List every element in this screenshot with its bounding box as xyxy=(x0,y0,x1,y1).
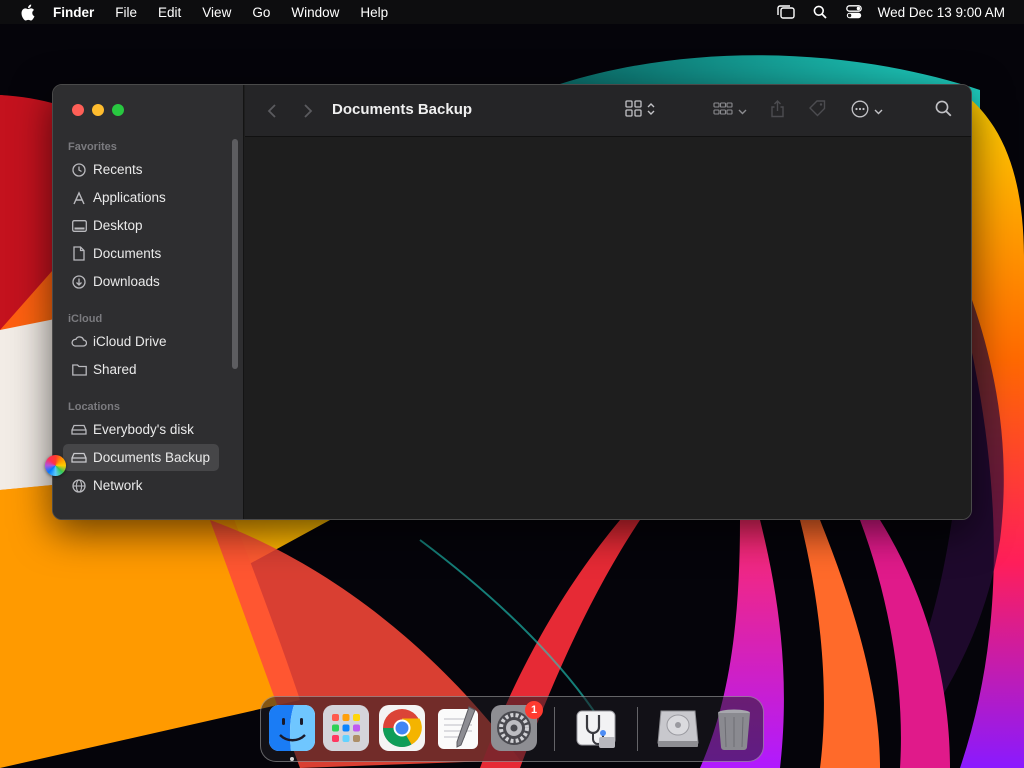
sidebar-item-label: Downloads xyxy=(93,274,160,289)
sidebar-item-icloud-drive[interactable]: iCloud Drive xyxy=(63,328,218,355)
spinning-wait-cursor xyxy=(45,455,66,476)
sidebar-item-documents[interactable]: Documents xyxy=(63,240,218,267)
back-button[interactable] xyxy=(263,102,281,120)
sidebar-section-locations: Locations xyxy=(68,401,120,413)
chrome-icon[interactable] xyxy=(379,705,425,751)
maximize-window-button[interactable] xyxy=(112,104,124,116)
launchpad-icon[interactable] xyxy=(323,705,369,751)
minimize-window-button[interactable] xyxy=(92,104,104,116)
sidebar-item-desktop[interactable]: Desktop xyxy=(63,212,218,239)
finder-icon[interactable] xyxy=(269,705,315,751)
menu-app-finder[interactable]: Finder xyxy=(53,5,94,20)
download-icon xyxy=(71,274,87,290)
menu-window[interactable]: Window xyxy=(291,5,339,20)
menu-edit[interactable]: Edit xyxy=(158,5,181,20)
sidebar-item-label: Applications xyxy=(93,190,166,205)
more-actions-button[interactable] xyxy=(851,99,883,123)
menu-help[interactable]: Help xyxy=(360,5,388,20)
search-icon xyxy=(935,100,952,122)
group-icon xyxy=(713,101,733,122)
menu-bar-status-area: Wed Dec 13 9:00 AM xyxy=(762,0,1005,24)
control-center-icon[interactable] xyxy=(844,4,864,20)
sidebar-item-label: Shared xyxy=(93,362,137,377)
chevron-down-icon xyxy=(874,102,883,120)
dock-separator xyxy=(554,707,555,751)
dock: 1 xyxy=(260,696,764,762)
spotlight-search-icon[interactable] xyxy=(810,4,830,20)
finder-toolbar: Documents Backup xyxy=(245,85,971,137)
sidebar-item-applications[interactable]: Applications xyxy=(63,184,218,211)
menu-bar: Finder File Edit View Go Window Help Wed… xyxy=(0,0,1024,24)
search-button[interactable] xyxy=(935,99,952,123)
shared-folder-icon xyxy=(71,362,87,378)
drive-icon[interactable] xyxy=(655,705,701,751)
disk-utility-icon[interactable] xyxy=(573,705,619,751)
chevron-down-icon xyxy=(738,102,747,120)
sidebar-section-icloud: iCloud xyxy=(68,313,103,325)
file-content-area[interactable] xyxy=(245,138,971,519)
ellipsis-circle-icon xyxy=(851,100,869,123)
sidebar-item-label: Documents Backup xyxy=(93,450,211,465)
trash-icon[interactable] xyxy=(711,705,757,751)
cloud-icon xyxy=(71,334,87,350)
sidebar-item-shared[interactable]: Shared xyxy=(63,356,218,383)
sidebar-item-documents-backup[interactable]: Documents Backup xyxy=(63,444,219,471)
sidebar-item-label: Desktop xyxy=(93,218,143,233)
menu-go[interactable]: Go xyxy=(252,5,270,20)
sidebar-item-label: Network xyxy=(93,478,143,493)
apple-menu-icon[interactable] xyxy=(18,3,36,21)
finder-window: Favorites Recents Applications Desktop D… xyxy=(52,84,972,520)
sidebar-item-label: Everybody's disk xyxy=(93,422,194,437)
clock-icon xyxy=(71,162,87,178)
stage-manager-icon[interactable] xyxy=(776,4,796,20)
menu-file[interactable]: File xyxy=(115,5,137,20)
globe-icon xyxy=(71,478,87,494)
share-button[interactable] xyxy=(770,99,785,123)
finder-running-indicator xyxy=(290,757,294,761)
grid-view-icon xyxy=(625,100,642,122)
disk-icon xyxy=(71,450,87,466)
disk-icon xyxy=(71,422,87,438)
sidebar-item-recents[interactable]: Recents xyxy=(63,156,218,183)
finder-sidebar: Favorites Recents Applications Desktop D… xyxy=(53,85,244,519)
sidebar-section-favorites: Favorites xyxy=(68,141,117,153)
sidebar-item-network[interactable]: Network xyxy=(63,472,218,499)
dock-separator xyxy=(637,707,638,751)
sidebar-item-label: Recents xyxy=(93,162,143,177)
menu-view[interactable]: View xyxy=(202,5,231,20)
textedit-icon[interactable] xyxy=(435,705,481,751)
share-icon xyxy=(770,99,785,123)
group-by-button[interactable] xyxy=(713,99,747,123)
window-title: Documents Backup xyxy=(332,101,473,118)
forward-button[interactable] xyxy=(299,102,317,120)
desktop-icon xyxy=(71,218,87,234)
document-icon xyxy=(71,246,87,262)
tags-button[interactable] xyxy=(808,99,827,123)
menu-bar-clock[interactable]: Wed Dec 13 9:00 AM xyxy=(878,5,1005,20)
applications-icon xyxy=(71,190,87,206)
window-controls xyxy=(72,104,132,116)
sidebar-item-downloads[interactable]: Downloads xyxy=(63,268,218,295)
sidebar-scrollbar[interactable] xyxy=(232,139,238,369)
sidebar-item-label: Documents xyxy=(93,246,162,261)
settings-notification-badge: 1 xyxy=(525,701,543,719)
view-mode-button[interactable] xyxy=(625,99,655,123)
chevron-up-down-icon xyxy=(647,102,655,121)
sidebar-item-everybodys-disk[interactable]: Everybody's disk xyxy=(63,416,218,443)
close-window-button[interactable] xyxy=(72,104,84,116)
sidebar-item-label: iCloud Drive xyxy=(93,334,167,349)
tag-icon xyxy=(808,99,827,123)
